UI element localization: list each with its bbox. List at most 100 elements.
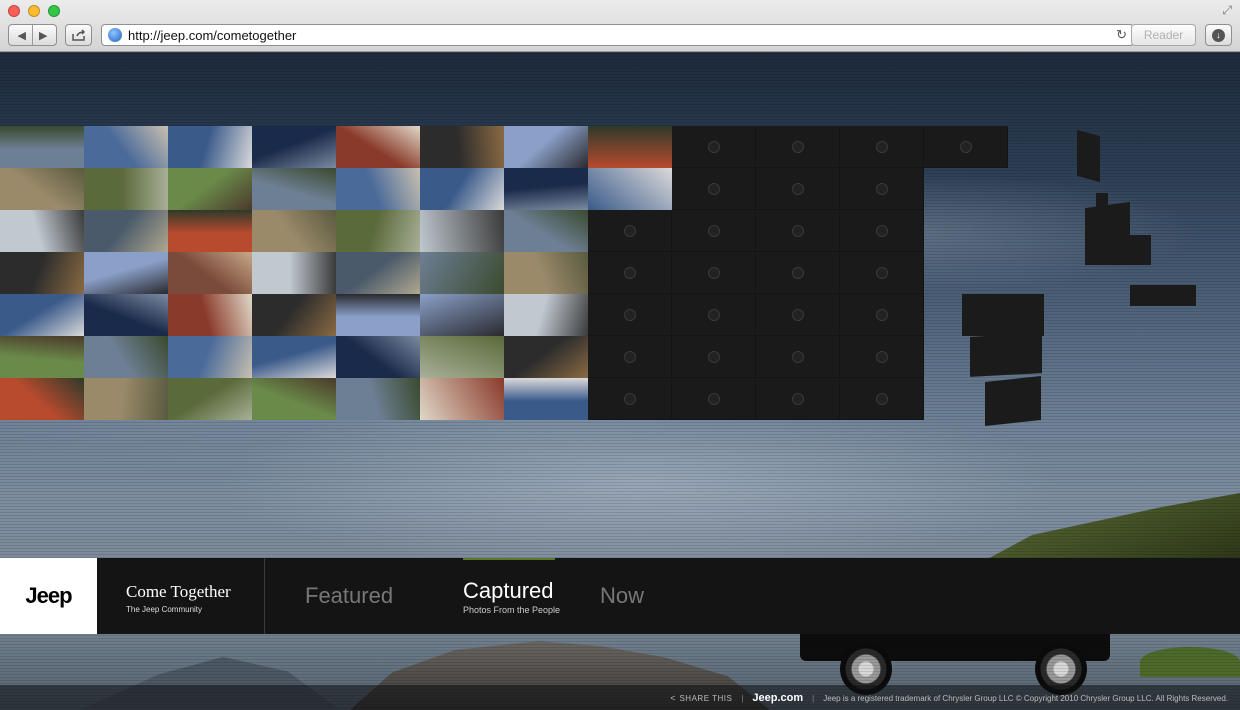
photo-thumbnail[interactable] xyxy=(420,126,504,168)
photo-thumbnail[interactable] xyxy=(252,168,336,210)
photo-thumbnail[interactable] xyxy=(504,168,588,210)
photo-thumbnail[interactable] xyxy=(504,378,588,420)
floating-tile xyxy=(1077,129,1100,183)
empty-photo-slot xyxy=(756,210,840,252)
photo-thumbnail[interactable] xyxy=(336,336,420,378)
photo-thumbnail[interactable] xyxy=(504,126,588,168)
divider: | xyxy=(741,693,744,703)
photo-thumbnail[interactable] xyxy=(84,336,168,378)
photo-thumbnail[interactable] xyxy=(252,252,336,294)
photo-thumbnail[interactable] xyxy=(252,294,336,336)
photo-thumbnail[interactable] xyxy=(0,210,84,252)
address-bar[interactable]: http://jeep.com/cometogether ↻ xyxy=(101,24,1134,46)
photo-thumbnail[interactable] xyxy=(504,336,588,378)
photo-thumbnail[interactable] xyxy=(168,336,252,378)
url-text[interactable]: http://jeep.com/cometogether xyxy=(128,28,296,43)
downloads-button[interactable]: ↓ xyxy=(1205,24,1232,46)
photo-thumbnail[interactable] xyxy=(168,378,252,420)
photo-thumbnail[interactable] xyxy=(588,126,672,168)
photo-thumbnail[interactable] xyxy=(84,168,168,210)
empty-photo-slot xyxy=(840,252,924,294)
photo-thumbnail[interactable] xyxy=(0,168,84,210)
photo-thumbnail[interactable] xyxy=(84,378,168,420)
photo-thumbnail[interactable] xyxy=(0,378,84,420)
empty-photo-slot xyxy=(756,252,840,294)
back-arrow-icon[interactable]: ◀ xyxy=(18,29,26,42)
empty-photo-slot xyxy=(756,378,840,420)
photo-thumbnail[interactable] xyxy=(504,252,588,294)
photo-thumbnail[interactable] xyxy=(168,252,252,294)
empty-photo-slot xyxy=(588,294,672,336)
minimize-window-button[interactable] xyxy=(28,5,40,17)
nav-captured-subtitle: Photos From the People xyxy=(463,604,561,615)
photo-thumbnail[interactable] xyxy=(420,168,504,210)
nav-now[interactable]: Now xyxy=(600,558,644,634)
photo-thumbnail[interactable] xyxy=(84,126,168,168)
nav-featured-label: Featured xyxy=(305,583,394,608)
empty-photo-slot xyxy=(924,126,1008,168)
jeep-com-link[interactable]: Jeep.com xyxy=(752,692,803,704)
empty-photo-slot xyxy=(672,378,756,420)
photo-thumbnail[interactable] xyxy=(168,210,252,252)
photo-thumbnail[interactable] xyxy=(336,294,420,336)
photo-thumbnail[interactable] xyxy=(252,210,336,252)
photo-thumbnail[interactable] xyxy=(504,294,588,336)
logo-text: Jeep xyxy=(25,583,72,608)
photo-thumbnail[interactable] xyxy=(0,252,84,294)
zoom-window-button[interactable] xyxy=(48,5,60,17)
close-window-button[interactable] xyxy=(8,5,20,17)
photo-thumbnail[interactable] xyxy=(336,126,420,168)
reload-icon[interactable]: ↻ xyxy=(1116,27,1127,43)
photo-thumbnail[interactable] xyxy=(0,126,84,168)
floating-tile xyxy=(1085,235,1151,265)
photo-thumbnail[interactable] xyxy=(252,336,336,378)
photo-thumbnail[interactable] xyxy=(336,168,420,210)
empty-photo-slot xyxy=(840,210,924,252)
forward-arrow-icon[interactable]: ▶ xyxy=(39,29,47,42)
photo-thumbnail[interactable] xyxy=(0,294,84,336)
nav-featured[interactable]: Featured xyxy=(305,558,393,634)
empty-photo-slot xyxy=(756,294,840,336)
photo-thumbnail[interactable] xyxy=(84,294,168,336)
photo-thumbnail[interactable] xyxy=(504,210,588,252)
photo-thumbnail[interactable] xyxy=(588,168,672,210)
fullscreen-icon[interactable]: ⤢ xyxy=(1222,3,1232,18)
nav-now-label: Now xyxy=(600,583,645,608)
photo-thumbnail[interactable] xyxy=(420,378,504,420)
reader-button[interactable]: Reader xyxy=(1131,24,1196,46)
jeep-logo[interactable]: Jeep xyxy=(0,558,97,634)
photo-thumbnail[interactable] xyxy=(336,210,420,252)
brand-title: Come Together xyxy=(126,582,231,601)
legal-text: Jeep is a registered trademark of Chrysl… xyxy=(823,693,1228,703)
photo-thumbnail[interactable] xyxy=(420,252,504,294)
empty-photo-slot xyxy=(672,126,756,168)
share-this-link[interactable]: SHARE THIS xyxy=(679,694,732,703)
photo-thumbnail[interactable] xyxy=(252,378,336,420)
photo-thumbnail[interactable] xyxy=(336,378,420,420)
brand-title-block[interactable]: Come Together The Jeep Community xyxy=(126,582,231,614)
photo-thumbnail[interactable] xyxy=(168,126,252,168)
photo-thumbnail[interactable] xyxy=(84,252,168,294)
nav-captured[interactable]: Captured Photos From the People xyxy=(463,558,560,634)
browser-window: ⤢ ◀ ▶ http://jeep.com/cometogether ↻ Rea… xyxy=(0,0,1240,710)
photo-thumbnail[interactable] xyxy=(420,336,504,378)
photo-thumbnail[interactable] xyxy=(336,252,420,294)
share-button[interactable] xyxy=(65,24,92,46)
empty-photo-slot xyxy=(756,168,840,210)
share-icon xyxy=(71,29,85,41)
photo-thumbnail[interactable] xyxy=(0,336,84,378)
photo-thumbnail[interactable] xyxy=(420,210,504,252)
floating-tile xyxy=(1130,285,1196,306)
photo-thumbnail[interactable] xyxy=(420,294,504,336)
back-forward-group: ◀ ▶ xyxy=(8,24,57,46)
photo-thumbnail[interactable] xyxy=(168,294,252,336)
brand-subtitle: The Jeep Community xyxy=(126,605,203,614)
empty-photo-slot xyxy=(840,294,924,336)
globe-icon xyxy=(108,28,122,42)
share-icon: < xyxy=(670,693,676,703)
floating-tile xyxy=(985,376,1041,426)
photo-thumbnail[interactable] xyxy=(252,126,336,168)
photo-thumbnail[interactable] xyxy=(168,168,252,210)
photo-thumbnail[interactable] xyxy=(84,210,168,252)
page-content: Jeep Come Together The Jeep Community Fe… xyxy=(0,53,1240,710)
